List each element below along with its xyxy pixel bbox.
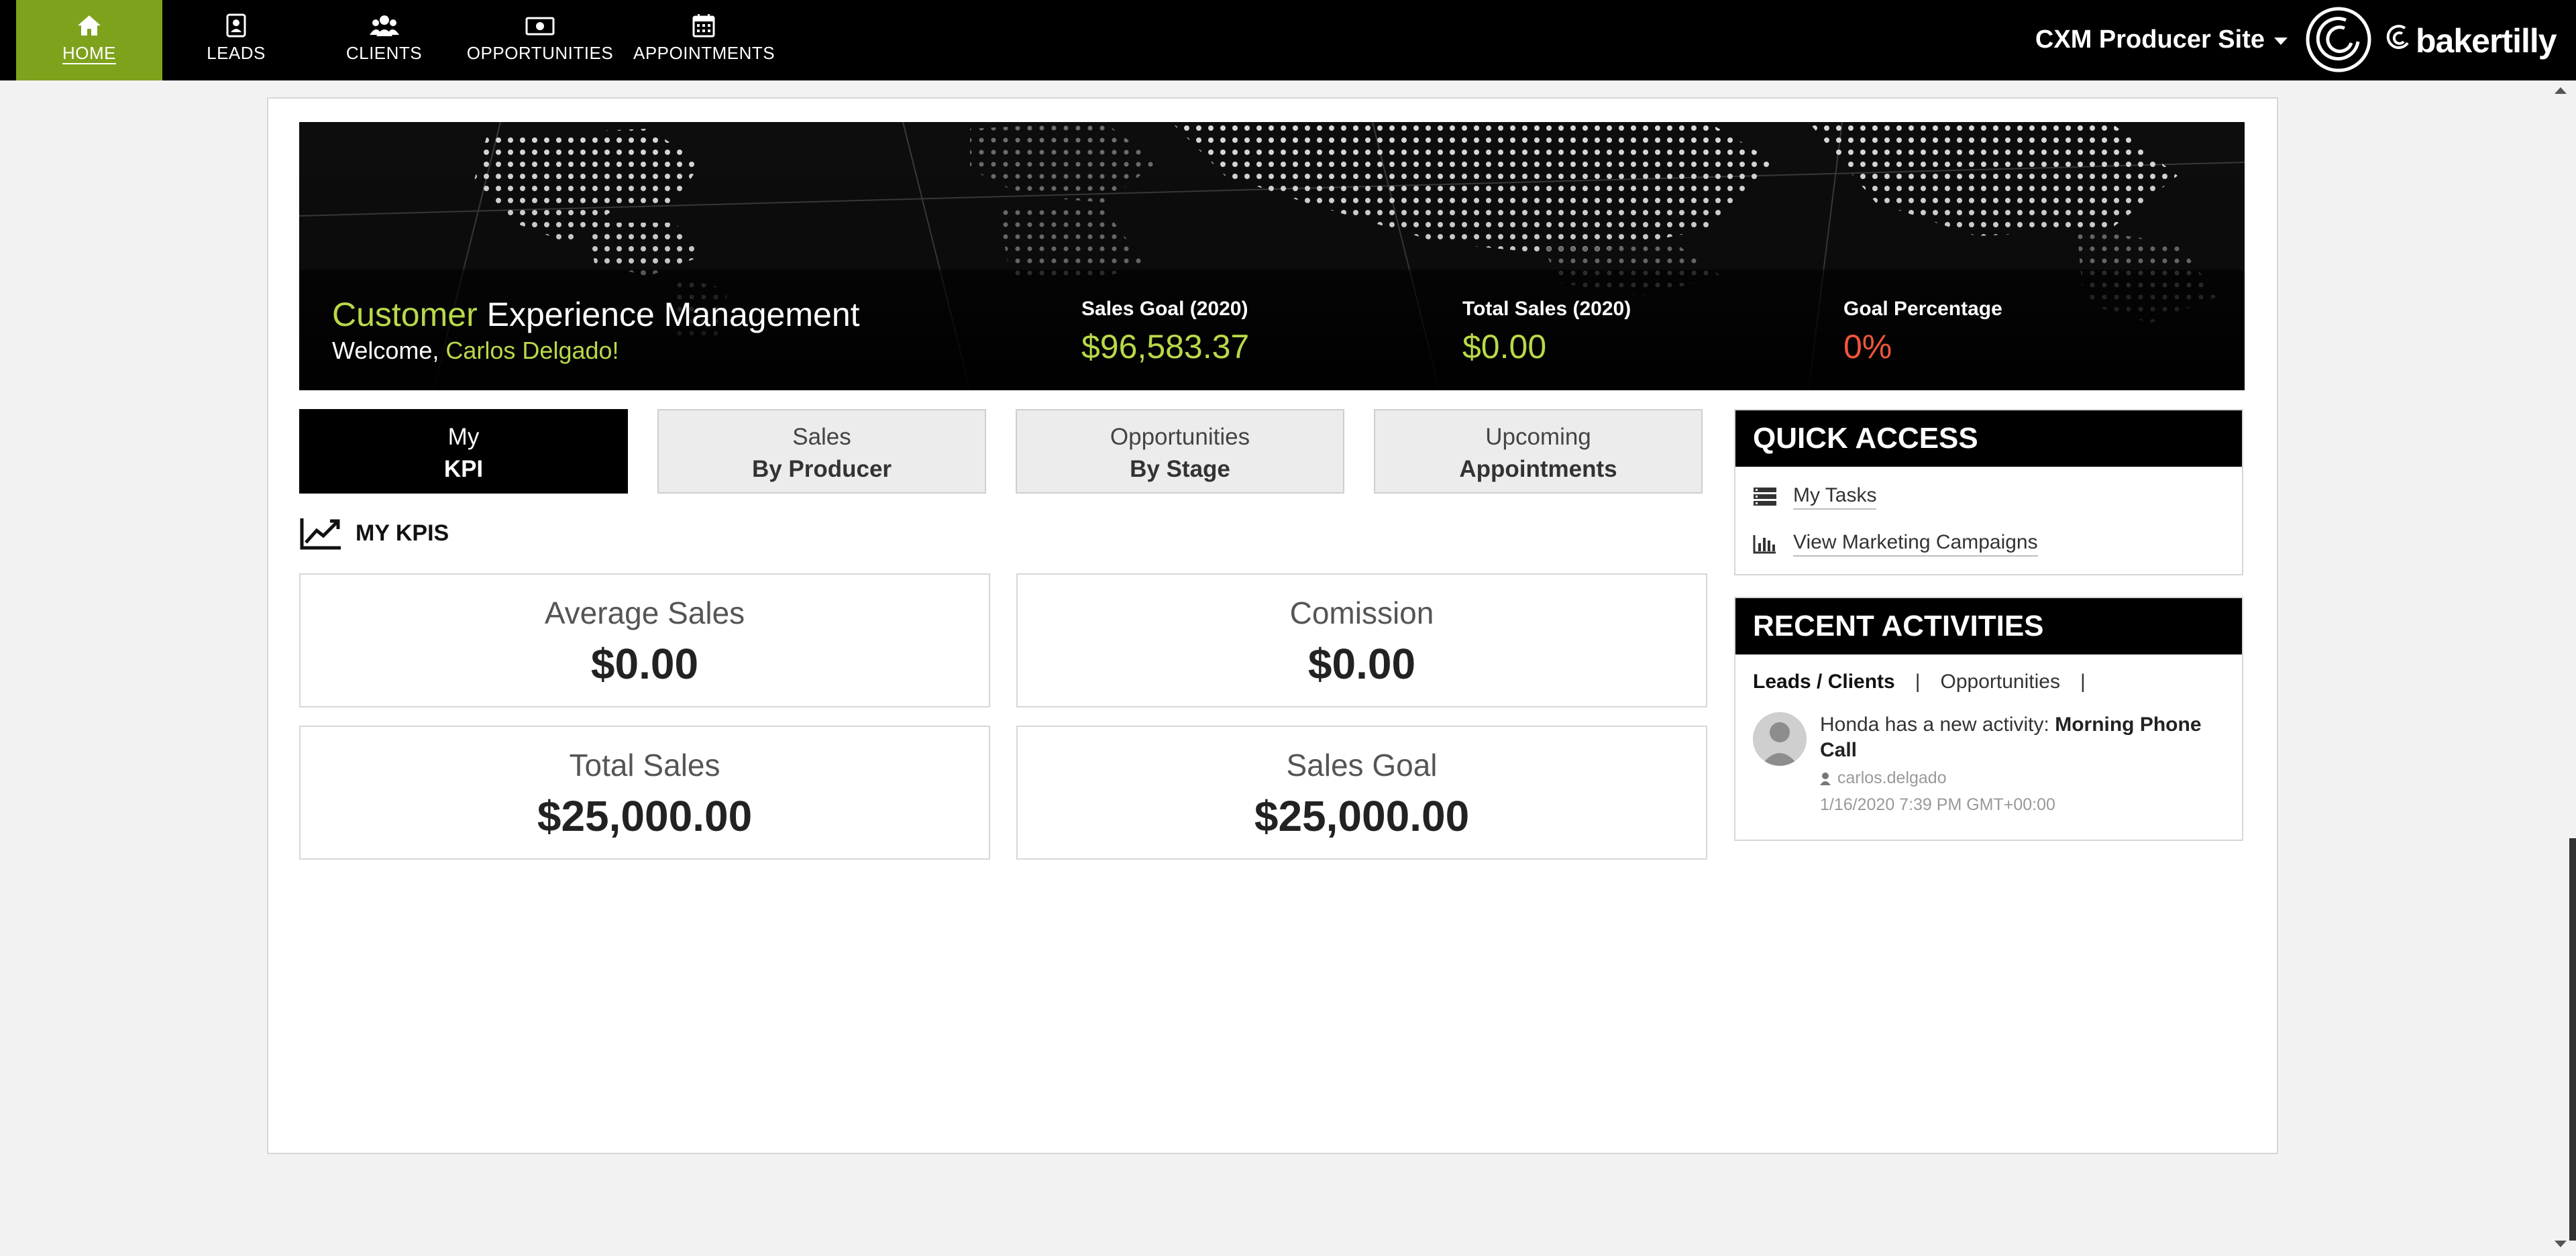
nav-item-home[interactable]: HOME xyxy=(16,0,162,80)
bakertilly-swirl-icon xyxy=(2386,25,2409,50)
scroll-down-arrow-icon[interactable] xyxy=(2555,1241,2567,1247)
recent-activities-tabs: Leads / Clients | Opportunities | xyxy=(1753,671,2086,693)
ra-tab-opportunities[interactable]: Opportunities xyxy=(1941,671,2060,693)
kpi-label: Total Sales xyxy=(569,748,720,783)
tab-sales-line1: Sales xyxy=(792,424,851,450)
tab-my-kpi-line1: My xyxy=(447,424,480,450)
banner-title-rest: Experience Management xyxy=(486,296,860,333)
kpi-card-comission: Comission $0.00 xyxy=(1016,573,1707,707)
banner-welcome: Welcome, Carlos Delgado! xyxy=(332,337,619,365)
activity-description: Honda has a new activity: Morning Phone … xyxy=(1820,712,2236,763)
stat-goal-percentage-label: Goal Percentage xyxy=(1843,298,2002,320)
stat-sales-goal-label: Sales Goal (2020) xyxy=(1081,298,1248,320)
tab-opportunities-line1: Opportunities xyxy=(1110,424,1250,450)
stat-total-sales-label: Total Sales (2020) xyxy=(1462,298,1631,320)
bakertilly-logo: bakertilly xyxy=(2385,17,2557,64)
ra-tab-separator: | xyxy=(2080,671,2086,693)
kpi-card-average-sales: Average Sales $0.00 xyxy=(299,573,990,707)
money-icon xyxy=(466,13,614,38)
kpi-label: Average Sales xyxy=(544,595,745,630)
kpi-card-total-sales: Total Sales $25,000.00 xyxy=(299,726,990,860)
kpi-value: $0.00 xyxy=(590,640,699,688)
bar-chart-icon xyxy=(1753,535,1776,554)
recent-activities-panel: RECENT ACTIVITIES Leads / Clients | Oppo… xyxy=(1734,597,2243,841)
activity-text: Honda has a new activity: xyxy=(1820,713,2049,736)
tab-opportunities-line2: By Stage xyxy=(1130,456,1230,482)
welcome-user-name: Carlos Delgado! xyxy=(445,337,619,364)
recent-activities-title: RECENT ACTIVITIES xyxy=(1735,598,2242,654)
nav-item-appointments[interactable]: APPOINTMENTS xyxy=(633,0,775,80)
kpi-value: $0.00 xyxy=(1307,640,1416,688)
quick-access-my-tasks[interactable]: My Tasks xyxy=(1753,484,1877,510)
tab-my-kpi[interactable]: My KPI xyxy=(299,409,628,494)
stat-sales-goal: Sales Goal (2020) $96,583.37 xyxy=(1081,298,1249,366)
ra-tab-leads-clients[interactable]: Leads / Clients xyxy=(1753,671,1895,693)
tab-upcoming-appointments[interactable]: Upcoming Appointments xyxy=(1374,409,1703,494)
kpi-section-header: MY KPIS xyxy=(299,514,449,552)
home-icon xyxy=(16,13,162,38)
tab-opportunities-by-stage[interactable]: Opportunities By Stage xyxy=(1016,409,1344,494)
kpi-label: Comission xyxy=(1289,595,1434,630)
contact-card-icon xyxy=(177,13,295,38)
nav-label-clients: CLIENTS xyxy=(345,43,423,63)
ra-tab-separator: | xyxy=(1915,671,1921,693)
nav-label-opportunities: OPPORTUNITIES xyxy=(466,43,614,63)
nav-item-leads[interactable]: LEADS xyxy=(177,0,295,80)
stat-total-sales: Total Sales (2020) $0.00 xyxy=(1462,298,1631,366)
tab-sales-line2: By Producer xyxy=(751,456,892,482)
activity-timestamp: 1/16/2020 7:39 PM GMT+00:00 xyxy=(1820,795,2055,814)
view-marketing-campaigns-link[interactable]: View Marketing Campaigns xyxy=(1793,531,2038,557)
top-navigation-bar: HOME LEADS CLIENTS OPPORTUNITIES APPOINT… xyxy=(0,0,2576,80)
quick-access-title: QUICK ACCESS xyxy=(1735,410,2242,467)
scroll-up-arrow-icon[interactable] xyxy=(2555,87,2567,94)
user-silhouette-icon xyxy=(1753,712,1807,766)
caret-down-icon xyxy=(2274,38,2288,45)
brand-wordmark: bakertilly xyxy=(2416,22,2557,60)
scrollbar-thumb[interactable] xyxy=(2569,838,2576,1241)
banner-title: Customer Experience Management xyxy=(332,295,860,334)
calendar-icon xyxy=(633,13,774,38)
task-list-icon xyxy=(1754,488,1776,506)
tab-my-kpi-line2: KPI xyxy=(443,456,484,482)
quick-access-marketing-campaigns[interactable]: View Marketing Campaigns xyxy=(1753,531,2038,557)
tab-upcoming-line2: Appointments xyxy=(1459,456,1617,482)
activity-user-name: carlos.delgado xyxy=(1837,768,1947,787)
site-selector-label: CXM Producer Site xyxy=(2035,25,2265,54)
nav-label-appointments: APPOINTMENTS xyxy=(633,43,775,63)
tab-sales-by-producer[interactable]: Sales By Producer xyxy=(657,409,986,494)
nav-item-opportunities[interactable]: OPPORTUNITIES xyxy=(466,0,614,80)
banner-title-accent: Customer xyxy=(332,296,478,333)
welcome-prefix: Welcome, xyxy=(332,337,439,364)
nav-label-leads: LEADS xyxy=(207,43,266,63)
avatar xyxy=(1753,712,1807,766)
kpi-label: Sales Goal xyxy=(1286,748,1438,783)
tab-upcoming-line1: Upcoming xyxy=(1485,424,1591,450)
nav-label-home: HOME xyxy=(62,43,116,63)
trend-chart-icon xyxy=(300,518,341,550)
stat-total-sales-value: $0.00 xyxy=(1462,328,1547,365)
kpi-value: $25,000.00 xyxy=(1254,792,1470,840)
kpi-card-sales-goal: Sales Goal $25,000.00 xyxy=(1016,726,1707,860)
my-tasks-link[interactable]: My Tasks xyxy=(1793,484,1877,510)
stat-goal-percentage: Goal Percentage 0% xyxy=(1843,298,2002,366)
activity-user: carlos.delgado xyxy=(1820,768,1947,788)
site-selector-dropdown[interactable]: CXM Producer Site xyxy=(2035,25,2288,54)
stat-goal-percentage-value: 0% xyxy=(1843,328,1892,365)
stat-sales-goal-value: $96,583.37 xyxy=(1081,328,1250,365)
user-icon xyxy=(1820,772,1831,785)
bakertilly-ring-logo-icon xyxy=(2304,5,2373,74)
users-icon xyxy=(329,13,439,38)
nav-item-clients[interactable]: CLIENTS xyxy=(329,0,439,80)
kpi-value: $25,000.00 xyxy=(537,792,753,840)
hero-banner: Customer Experience Management Welcome, … xyxy=(299,122,2245,390)
kpi-section-title: MY KPIS xyxy=(356,520,449,546)
quick-access-panel: QUICK ACCESS My Tasks View Marketing Cam… xyxy=(1734,409,2243,575)
